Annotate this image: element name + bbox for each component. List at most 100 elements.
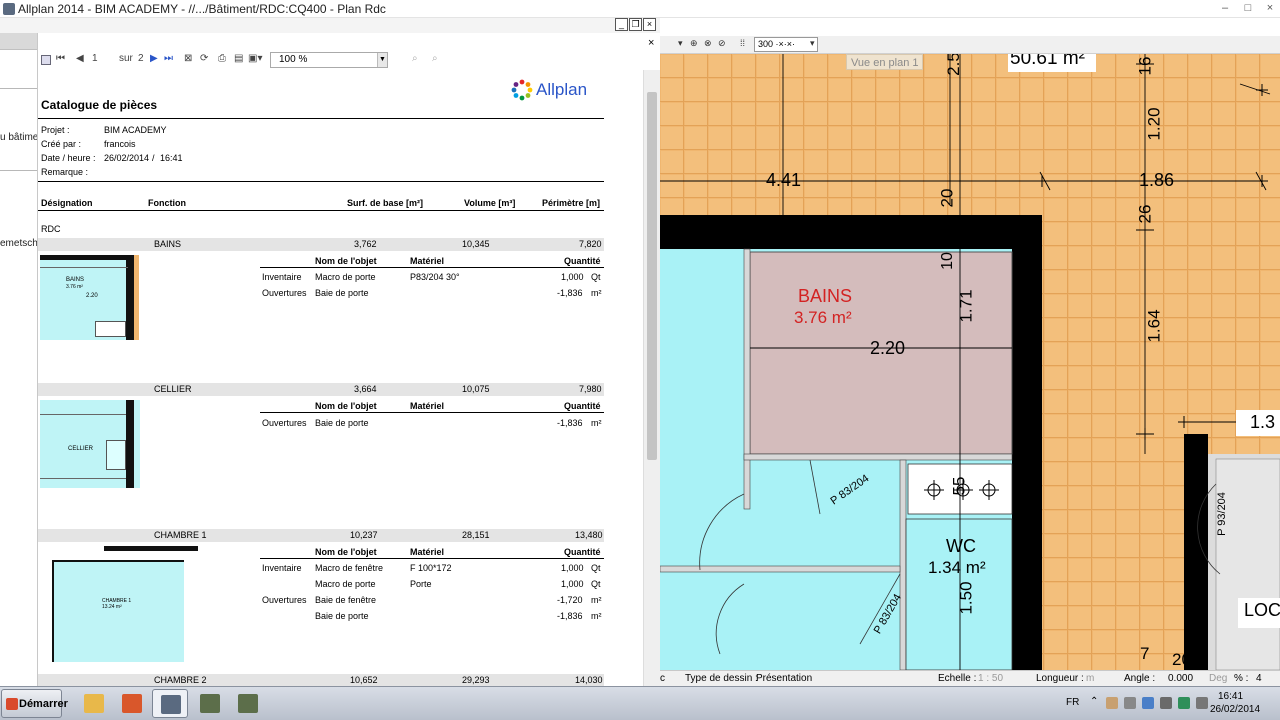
next-page-icon[interactable]: ▶ [150,53,158,64]
meta-label: Remarque : [41,167,89,177]
view-icon[interactable]: ⊗ [704,38,712,49]
windows-logo-icon [6,698,18,710]
network-icon[interactable] [1106,697,1118,709]
page-setup-icon[interactable]: ▤ [234,53,243,64]
language-indicator[interactable]: FR [1066,697,1079,708]
dimension-label: 1.71 [956,289,976,323]
item-unit: m² [591,288,602,298]
first-page-icon[interactable]: ⏮ [56,53,65,64]
taskbar-app[interactable] [192,689,228,718]
view-icon[interactable]: ⊕ [690,38,698,49]
pen-icon[interactable]: ⁞⁞ [740,38,745,48]
report-scrollbar[interactable] [643,70,660,686]
sub-col-quantite: Quantité [564,401,601,411]
save-icon[interactable]: ▣▾ [248,53,262,64]
length-label: Longueur : [1036,673,1084,684]
scale-select[interactable]: 300 ·×·×· [754,37,818,52]
item-qty: 1,000 [561,579,584,589]
chevron-up-icon[interactable]: ⌃ [1090,696,1098,707]
flag-icon[interactable] [1124,697,1136,709]
display-icon[interactable] [1142,697,1154,709]
navigator-item[interactable]: emetsche [0,238,37,249]
allplan-logo-icon [511,79,533,101]
view-icon[interactable]: ⊘ [718,38,726,49]
navigator-item[interactable]: u bâtimer [0,132,37,143]
taskbar-allplan[interactable] [152,689,188,718]
scale-value[interactable]: 1 : 50 [978,673,1003,684]
battery-icon[interactable] [1160,697,1172,709]
allplan-icon [161,695,181,714]
volume-icon[interactable] [1196,697,1208,709]
start-button[interactable]: Démarrer [1,689,68,718]
fit-page-icon[interactable]: ⊠ [184,53,192,64]
clock-date[interactable]: 26/02/2014 [1210,704,1260,715]
room-name: CHAMBRE 1 [154,530,207,540]
zoom-select[interactable]: 100 % ▼ [270,52,388,68]
navigator-header [0,33,37,50]
chevron-down-icon[interactable]: ▾ [810,38,815,49]
dimension-label: 20 [1172,650,1191,669]
meta-value: BIM ACADEMY [104,125,167,135]
room-perimetre: 7,980 [579,384,602,394]
maximize-button[interactable]: □ [1241,2,1255,14]
room-perimetre: 13,480 [575,530,603,540]
item-nom: Macro de porte [315,272,376,282]
thumb-room-area: 13.24 m² [102,604,122,610]
dimension-label: 55 [949,476,969,496]
clock-time[interactable]: 16:41 [1218,691,1243,702]
col-fonction: Fonction [148,198,186,208]
room-name: CELLIER [154,384,192,394]
scrollbar-thumb[interactable] [647,92,657,460]
type-value[interactable]: Présentation [756,673,812,684]
meta-label: Date / heure : [41,153,96,163]
navigator-panel: u bâtimer emetsche [0,18,38,686]
sub-col-materiel: Matériel [410,401,445,411]
divider [260,558,604,559]
report-minimize-button[interactable]: _ [615,18,628,31]
page-current[interactable]: 1 [92,53,98,64]
item-group: Ouvertures [262,288,307,298]
search-next-icon[interactable]: ⌕ [432,53,438,64]
taskbar-app[interactable] [114,689,150,718]
room-volume: 28,151 [462,530,490,540]
search-icon[interactable]: ⌕ [412,53,418,64]
zoom-value: 100 % [279,54,308,65]
item-nom: Baie de porte [315,611,369,621]
divider [260,267,604,268]
taskbar: Démarrer FR ⌃ 16:41 26/02/2014 [0,686,1280,720]
last-page-icon[interactable]: ⏭ [164,53,173,64]
close-button[interactable]: × [1263,2,1277,14]
cad-drawing-canvas[interactable]: 50.61 m² 4.41 1.86 1.20 1.64 26 16 20 2.… [660,54,1280,670]
chevron-down-icon[interactable]: ▼ [377,53,387,67]
dimension-label: 4.41 [766,170,802,190]
taskbar-app[interactable] [230,689,266,718]
item-unit: m² [591,611,602,621]
room-name: CHAMBRE 2 [154,675,207,685]
percent-value[interactable]: 4 [1256,673,1262,684]
main-title-bar: Allplan 2014 - BIM ACADEMY - //.../Bâtim… [0,0,1280,18]
taskbar-explorer[interactable] [76,689,112,718]
report-close-button[interactable]: × [643,18,656,31]
system-tray: FR ⌃ 16:41 26/02/2014 [1058,687,1280,720]
cad-view: ▾ ⊕ ⊗ ⊘ ⁞⁞ 300 ·×·×· ▾ 50.61 m² 4.41 1.8… [660,18,1280,686]
prev-page-icon[interactable]: ◀ [76,53,84,64]
layer-icon[interactable]: ▾ [678,38,683,49]
page-total: 2 [138,53,144,64]
minimize-button[interactable]: – [1218,2,1232,14]
allplan-app-icon[interactable] [3,3,15,15]
room-row: CELLIER 3,664 10,075 7,980 [38,383,604,396]
print-icon[interactable]: ⎙ [218,53,226,64]
item-qty: -1,720 [557,595,583,605]
export-icon[interactable] [41,55,51,65]
report-restore-button[interactable]: ❐ [629,18,642,31]
dimension-label: 1.64 [1144,309,1164,343]
refresh-icon[interactable]: ⟳ [200,53,208,64]
room-name-label: BAINS [798,286,853,306]
item-qty: -1,836 [557,418,583,428]
report-toolbar: ⏮ ◀ 1 sur 2 ▶ ⏭ ⊠ ⟳ ⎙ ▤ ▣▾ 100 % ▼ ⌕ ⌕ [38,52,660,70]
sync-icon[interactable] [1178,697,1190,709]
angle-value[interactable]: 0.000 [1168,673,1193,684]
thumb-room-dim: 2.20 [86,293,98,299]
length-value[interactable]: m [1086,673,1094,684]
report-close-x[interactable]: × [648,37,654,49]
